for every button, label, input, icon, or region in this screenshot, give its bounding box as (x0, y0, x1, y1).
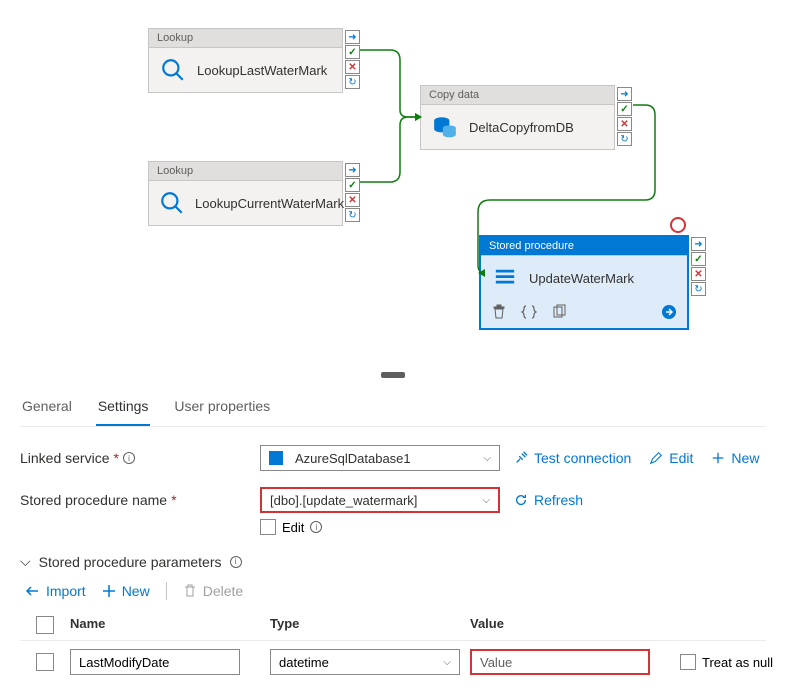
activity-copy-data[interactable]: Copy data DeltaCopyfromDB (420, 85, 615, 150)
delete-parameter-button: Delete (183, 583, 243, 599)
edit-checkbox[interactable] (260, 519, 276, 535)
activity-name: UpdateWaterMark (529, 271, 634, 286)
column-header-name: Name (70, 616, 270, 634)
linked-service-label: Linked service * i (20, 450, 260, 466)
port-failure-icon[interactable]: ✕ (345, 60, 360, 74)
activity-name: LookupCurrentWaterMark (195, 196, 344, 211)
port-skip-icon[interactable]: ↻ (691, 282, 706, 296)
activity-type-label: Lookup (149, 29, 342, 48)
copy-icon[interactable] (551, 304, 567, 320)
tab-settings[interactable]: Settings (96, 390, 151, 426)
select-all-checkbox[interactable] (36, 616, 54, 634)
edit-checkbox-label: Edit (282, 520, 304, 535)
activity-status-ports[interactable]: ➜ ✓ ✕ ↻ (345, 163, 360, 222)
plus-icon (711, 451, 725, 465)
chevron-down-icon: ⌵ (443, 657, 451, 668)
stored-procedure-name-label: Stored procedure name * (20, 492, 260, 508)
activity-status-ports[interactable]: ➜ ✓ ✕ ↻ (345, 30, 360, 89)
stored-procedure-name-dropdown[interactable]: [dbo].[update_watermark] ⌵ (260, 487, 500, 513)
activity-name: DeltaCopyfromDB (469, 120, 574, 135)
refresh-icon (514, 493, 528, 507)
port-failure-icon[interactable]: ✕ (617, 117, 632, 131)
refresh-button[interactable]: Refresh (514, 492, 583, 508)
info-icon[interactable]: i (123, 452, 135, 464)
test-connection-button[interactable]: Test connection (514, 450, 631, 466)
plug-icon (514, 451, 528, 465)
properties-tabs: General Settings User properties (20, 382, 766, 427)
tab-user-properties[interactable]: User properties (172, 390, 272, 426)
stored-procedure-parameters-section[interactable]: ⌵ Stored procedure parameters i (20, 553, 766, 570)
port-failure-icon[interactable]: ✕ (691, 267, 706, 281)
port-success-icon[interactable]: ➜ (617, 87, 632, 101)
port-success-icon[interactable]: ➜ (691, 237, 706, 251)
arrow-right-circle-icon[interactable] (661, 304, 677, 320)
treat-as-null-checkbox[interactable] (680, 654, 696, 670)
separator (166, 582, 167, 600)
activity-type-label: Stored procedure (481, 237, 687, 256)
pipeline-canvas[interactable]: Lookup LookupLastWaterMark ➜ ✓ ✕ ↻ Looku… (0, 0, 786, 370)
edit-button[interactable]: Edit (649, 450, 693, 466)
parameter-row: datetime ⌵ Value Treat as null (20, 641, 766, 683)
activity-name: LookupLastWaterMark (197, 63, 327, 78)
port-success-icon[interactable]: ➜ (345, 163, 360, 177)
database-copy-icon (431, 113, 459, 141)
row-checkbox[interactable] (36, 653, 54, 671)
port-completion-icon[interactable]: ✓ (345, 45, 360, 59)
magnifier-icon (159, 56, 187, 84)
code-braces-icon[interactable] (521, 304, 537, 320)
magnifier-icon (159, 189, 185, 217)
info-icon[interactable]: i (310, 521, 322, 533)
port-skip-icon[interactable]: ↻ (345, 75, 360, 89)
new-parameter-button[interactable]: New (102, 583, 150, 599)
parameter-type-dropdown[interactable]: datetime ⌵ (270, 649, 460, 675)
tab-general[interactable]: General (20, 390, 74, 426)
pencil-icon (649, 451, 663, 465)
activity-status-ports[interactable]: ➜ ✓ ✕ ↻ (691, 237, 706, 296)
port-skip-icon[interactable]: ↻ (617, 132, 632, 146)
activity-type-label: Copy data (421, 86, 614, 105)
parameter-value-input[interactable]: Value (470, 649, 650, 675)
port-completion-icon[interactable]: ✓ (345, 178, 360, 192)
chevron-down-icon: ⌵ (20, 553, 31, 570)
treat-as-null-label: Treat as null (702, 655, 773, 670)
activity-type-label: Lookup (149, 162, 342, 181)
info-icon[interactable]: i (230, 556, 242, 568)
column-header-value: Value (470, 616, 680, 634)
trash-icon (183, 584, 197, 598)
properties-panel: General Settings User properties Linked … (0, 382, 786, 683)
panel-resize-handle[interactable] (381, 372, 405, 378)
new-button[interactable]: New (711, 450, 759, 466)
activity-stored-procedure[interactable]: Stored procedure UpdateWaterMark (479, 235, 689, 330)
database-icon (269, 451, 283, 465)
port-failure-icon[interactable]: ✕ (345, 193, 360, 207)
chevron-down-icon: ⌵ (482, 495, 490, 506)
activity-status-ports[interactable]: ➜ ✓ ✕ ↻ (617, 87, 632, 146)
port-skip-icon[interactable]: ↻ (345, 208, 360, 222)
activity-lookup-current-watermark[interactable]: Lookup LookupCurrentWaterMark (148, 161, 343, 226)
port-success-icon[interactable]: ➜ (345, 30, 360, 44)
validation-error-icon (670, 217, 686, 233)
linked-service-dropdown[interactable]: AzureSqlDatabase1 ⌵ (260, 445, 500, 471)
parameters-table: Name Type Value datetime ⌵ Value Treat a… (20, 610, 766, 683)
activity-lookup-last-watermark[interactable]: Lookup LookupLastWaterMark (148, 28, 343, 93)
port-completion-icon[interactable]: ✓ (617, 102, 632, 116)
column-header-type: Type (270, 616, 470, 634)
delete-icon[interactable] (491, 304, 507, 320)
port-completion-icon[interactable]: ✓ (691, 252, 706, 266)
stored-procedure-icon (491, 264, 519, 292)
import-button[interactable]: Import (24, 583, 86, 599)
parameter-name-input[interactable] (70, 649, 240, 675)
plus-icon (102, 584, 116, 598)
chevron-down-icon: ⌵ (483, 453, 491, 464)
import-icon (24, 584, 40, 598)
